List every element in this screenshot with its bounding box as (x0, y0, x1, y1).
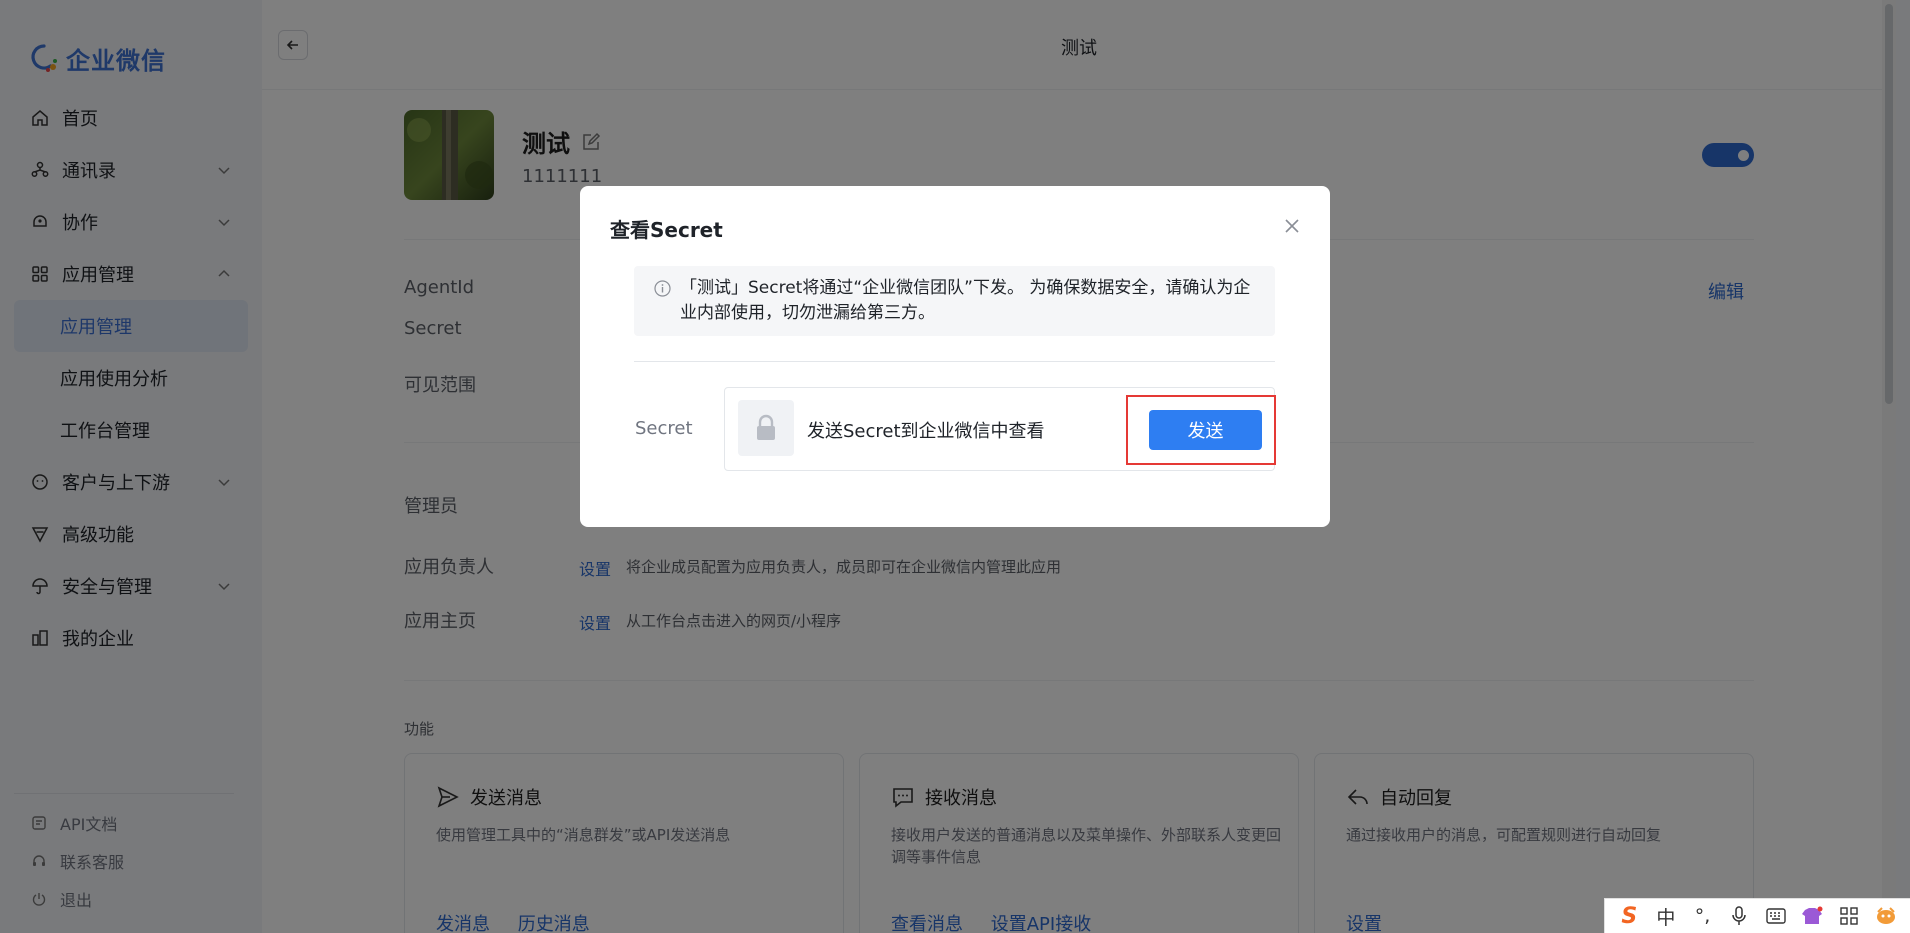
info-icon (654, 280, 671, 297)
ime-language-toggle[interactable]: 中 (1653, 903, 1679, 929)
notice-text: 「测试」Secret将通过“企业微信团队”下发。 为确保数据安全，请确认为企业内… (680, 278, 1251, 323)
dialog-title: 查看Secret (610, 218, 723, 242)
send-button[interactable]: 发送 (1149, 410, 1262, 450)
view-secret-dialog: 查看Secret 「测试」Secret将通过“企业微信团队”下发。 为确保数据安… (580, 186, 1330, 527)
skin-icon[interactable] (1799, 903, 1825, 929)
close-icon[interactable] (1282, 216, 1302, 236)
lock-icon-container (738, 400, 794, 456)
lock-icon (757, 414, 775, 440)
mascot-icon[interactable] (1873, 903, 1899, 929)
ime-punctuation-toggle[interactable]: °, (1690, 903, 1716, 929)
microphone-icon[interactable] (1726, 903, 1752, 929)
divider (634, 361, 1275, 362)
secret-field-label: Secret (635, 418, 693, 439)
keyboard-icon[interactable] (1763, 903, 1789, 929)
sogou-logo-icon[interactable]: S (1616, 903, 1642, 929)
toolbox-icon[interactable] (1836, 903, 1862, 929)
secret-instruction: 发送Secret到企业微信中查看 (807, 421, 1045, 442)
ime-toolbar: S 中 °, (1604, 898, 1910, 933)
security-notice: 「测试」Secret将通过“企业微信团队”下发。 为确保数据安全，请确认为企业内… (634, 266, 1275, 336)
